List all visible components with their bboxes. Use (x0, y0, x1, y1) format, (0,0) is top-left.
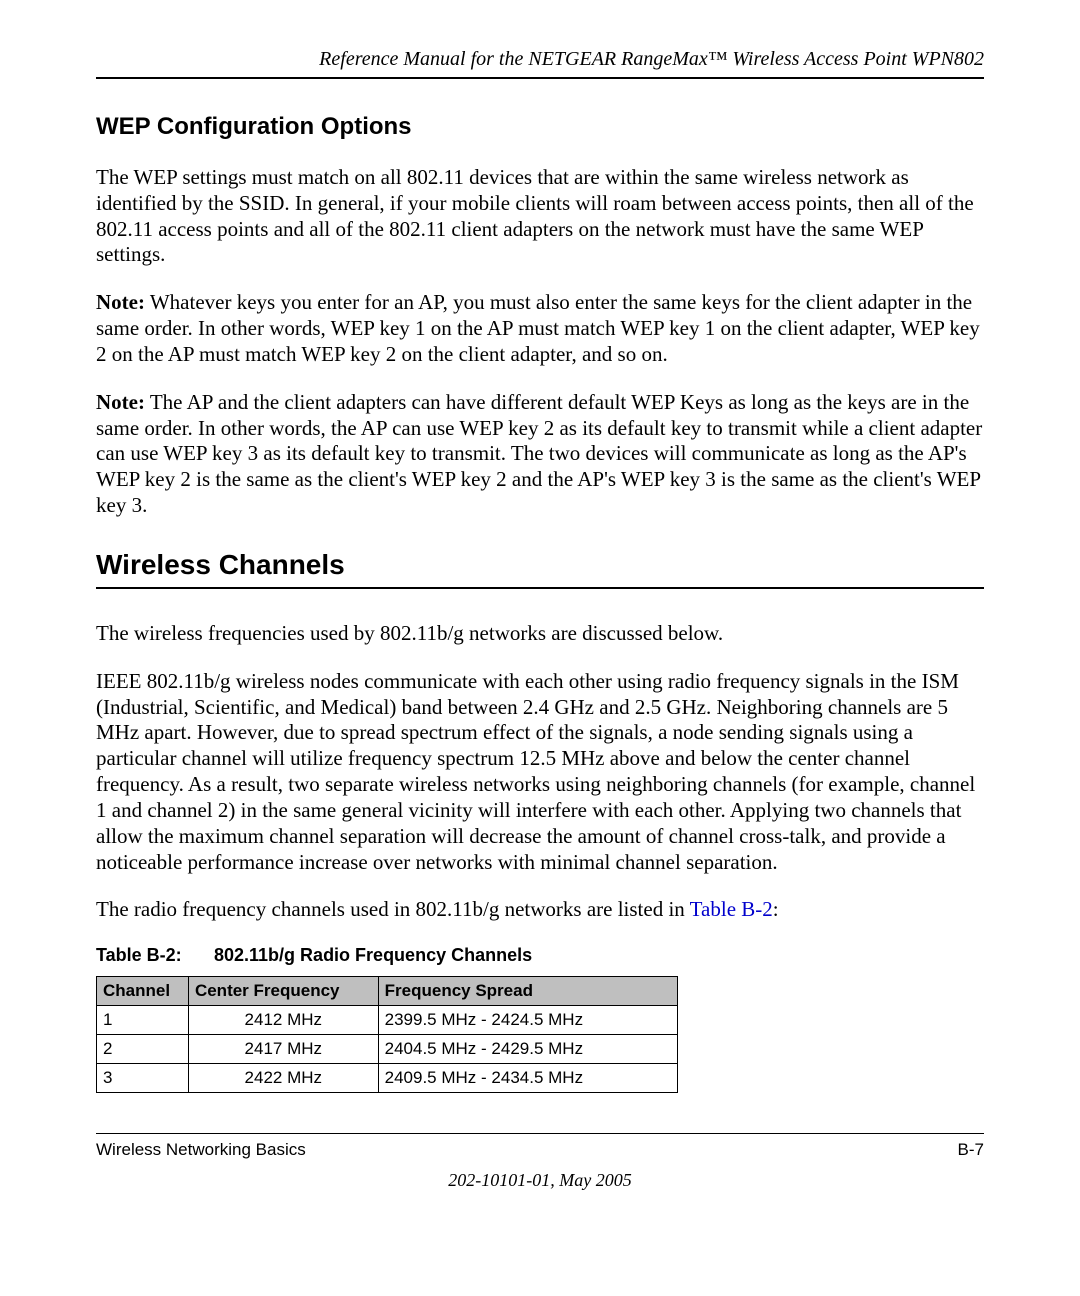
cell-frequency-spread: 2404.5 MHz - 2429.5 MHz (378, 1035, 677, 1064)
col-frequency-spread: Frequency Spread (378, 977, 677, 1006)
running-header: Reference Manual for the NETGEAR RangeMa… (96, 48, 984, 79)
note-paragraph: Note: The AP and the client adapters can… (96, 390, 984, 519)
table-row: 1 2412 MHz 2399.5 MHz - 2424.5 MHz (97, 1006, 678, 1035)
cell-channel: 3 (97, 1064, 189, 1093)
paragraph: IEEE 802.11b/g wireless nodes communicat… (96, 669, 984, 876)
table-caption-title: 802.11b/g Radio Frequency Channels (214, 945, 532, 965)
page-footer: Wireless Networking Basics B-7 202-10101… (96, 1133, 984, 1191)
cell-center-frequency: 2417 MHz (188, 1035, 378, 1064)
heading-wireless-channels: Wireless Channels (96, 549, 984, 589)
table-caption: Table B-2:802.11b/g Radio Frequency Chan… (96, 945, 984, 966)
paragraph: The radio frequency channels used in 802… (96, 897, 984, 923)
note-body: The AP and the client adapters can have … (96, 390, 982, 517)
col-channel: Channel (97, 977, 189, 1006)
table-caption-number: Table B-2: (96, 945, 214, 966)
text: The radio frequency channels used in 802… (96, 897, 690, 921)
footer-page-number: B-7 (958, 1140, 984, 1160)
heading-wep-config: WEP Configuration Options (96, 113, 984, 141)
table-ref-link[interactable]: Table B-2 (690, 897, 773, 921)
paragraph: The wireless frequencies used by 802.11b… (96, 621, 984, 647)
note-label: Note: (96, 390, 145, 414)
table-row: 2 2417 MHz 2404.5 MHz - 2429.5 MHz (97, 1035, 678, 1064)
col-center-frequency: Center Frequency (188, 977, 378, 1006)
table-row: 3 2422 MHz 2409.5 MHz - 2434.5 MHz (97, 1064, 678, 1093)
note-body: Whatever keys you enter for an AP, you m… (96, 290, 980, 366)
cell-channel: 1 (97, 1006, 189, 1035)
footer-section-name: Wireless Networking Basics (96, 1140, 306, 1160)
footer-docid-date: 202-10101-01, May 2005 (96, 1170, 984, 1191)
note-label: Note: (96, 290, 145, 314)
cell-channel: 2 (97, 1035, 189, 1064)
table-header-row: Channel Center Frequency Frequency Sprea… (97, 977, 678, 1006)
cell-frequency-spread: 2399.5 MHz - 2424.5 MHz (378, 1006, 677, 1035)
paragraph: The WEP settings must match on all 802.1… (96, 165, 984, 268)
text: : (773, 897, 779, 921)
cell-center-frequency: 2412 MHz (188, 1006, 378, 1035)
document-page: Reference Manual for the NETGEAR RangeMa… (0, 0, 1080, 1296)
frequency-table: Channel Center Frequency Frequency Sprea… (96, 976, 678, 1093)
cell-frequency-spread: 2409.5 MHz - 2434.5 MHz (378, 1064, 677, 1093)
note-paragraph: Note: Whatever keys you enter for an AP,… (96, 290, 984, 367)
cell-center-frequency: 2422 MHz (188, 1064, 378, 1093)
